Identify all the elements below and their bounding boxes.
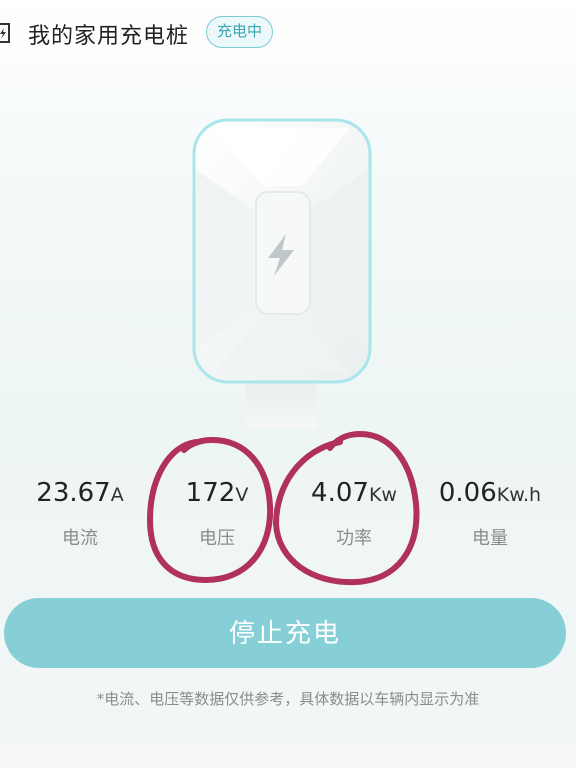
- stop-charging-button[interactable]: 停止充电: [4, 598, 566, 668]
- status-badge: 充电中: [206, 16, 274, 48]
- metrics-row: 23.67A 电流 172V 电压 4.07Kw 功率 0.06Kw.h 电量: [0, 478, 576, 568]
- voltage-label: 电压: [199, 528, 235, 549]
- metric-value: 4.07Kw: [284, 478, 424, 508]
- page-title: 我的家用充电桩: [28, 24, 190, 49]
- charger-icon: [0, 23, 10, 43]
- power-label: 功率: [336, 528, 372, 549]
- energy-unit: Kw.h: [496, 484, 542, 506]
- power-unit: Kw: [368, 484, 397, 506]
- metric-value: 0.06Kw.h: [420, 478, 560, 508]
- voltage-unit: V: [235, 484, 249, 506]
- metric-power: 4.07Kw 功率: [284, 478, 424, 550]
- energy-label: 电量: [472, 528, 508, 549]
- metric-current: 23.67A 电流: [10, 478, 150, 550]
- current-unit: A: [110, 484, 124, 506]
- metric-voltage: 172V 电压: [147, 478, 287, 550]
- power-value: 4.07: [311, 478, 369, 508]
- metric-value: 23.67A: [10, 478, 150, 508]
- charger-illustration: [180, 110, 396, 440]
- voltage-value: 172: [185, 478, 236, 508]
- current-value: 23.67: [36, 478, 111, 508]
- metric-energy: 0.06Kw.h 电量: [420, 478, 560, 550]
- header: 我的家用充电桩 充电中: [0, 0, 576, 64]
- energy-value: 0.06: [438, 478, 497, 508]
- bottom-bar: [0, 744, 576, 768]
- metric-value: 172V: [147, 478, 287, 508]
- disclaimer-text: *电流、电压等数据仅供参考，具体数据以车辆内显示为准: [96, 690, 480, 708]
- current-label: 电流: [62, 528, 98, 549]
